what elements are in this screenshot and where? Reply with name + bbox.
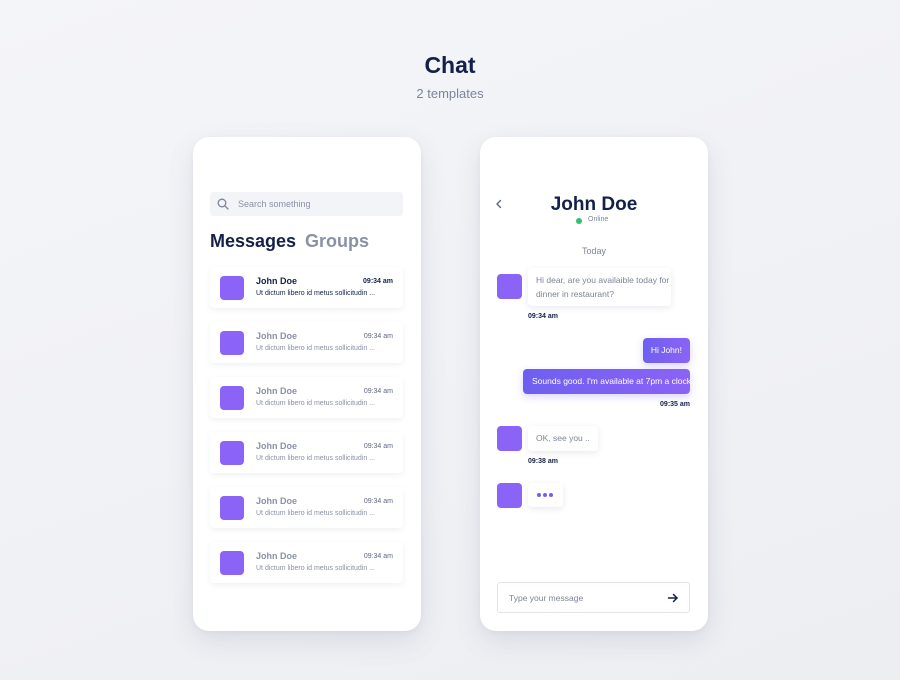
conversation-time: 09:34 am — [363, 443, 393, 450]
avatar — [497, 274, 522, 299]
conversation-name: John Doe — [256, 441, 298, 451]
conversation-preview: Ut dictum libero id metus sollicitudin .… — [256, 455, 376, 462]
message-input[interactable] — [509, 583, 659, 612]
conversation-name: John Doe — [256, 386, 298, 396]
conversation-time: 09:34 am — [363, 333, 393, 340]
conversation-time: 09:34 am — [363, 498, 393, 505]
avatar — [497, 483, 522, 508]
page-title: Chat — [424, 52, 476, 78]
avatar — [497, 426, 522, 451]
typing-indicator — [528, 483, 563, 507]
online-dot-icon — [576, 218, 582, 224]
search-bar[interactable] — [210, 192, 403, 216]
avatar — [220, 386, 244, 410]
search-input[interactable] — [238, 192, 398, 216]
message-time: 09:34 am — [528, 313, 558, 320]
conversation-time: 09:34 am — [363, 278, 393, 285]
message-line: Hi dear, are you availaible today for — [536, 275, 670, 285]
message-time: 09:35 am — [660, 401, 690, 408]
avatar — [220, 331, 244, 355]
conversation-preview: Ut dictum libero id metus sollicitudin .… — [256, 510, 376, 517]
outgoing-message: Hi John! — [642, 338, 690, 363]
message-composer — [497, 582, 690, 613]
typing-dot — [549, 493, 553, 497]
conversation-preview: Ut dictum libero id metus sollicitudin .… — [256, 400, 376, 407]
tab-messages[interactable]: Messages — [210, 231, 296, 252]
contact-name: John Doe — [550, 194, 638, 215]
arrow-right-icon[interactable] — [667, 592, 679, 604]
conversation-preview: Ut dictum libero id metus sollicitudin .… — [256, 565, 376, 572]
incoming-message: Hi dear, are you availaible today for di… — [528, 268, 671, 306]
page-subtitle: 2 templates — [416, 86, 484, 101]
conversation-item[interactable]: John Doe 09:34 am Ut dictum libero id me… — [210, 377, 403, 418]
avatar — [220, 551, 244, 575]
avatar — [220, 276, 244, 300]
outgoing-message: Sounds good. I'm available at 7pm a cloc… — [523, 369, 691, 394]
day-divider: Today — [581, 246, 607, 256]
typing-dot — [543, 493, 547, 497]
conversation-item[interactable]: John Doe 09:34 am Ut dictum libero id me… — [210, 542, 403, 583]
conversation-item[interactable]: John Doe 09:34 am Ut dictum libero id me… — [210, 267, 403, 308]
avatar — [220, 441, 244, 465]
message-line: dinner in restaurant? — [536, 289, 614, 299]
conversation-item[interactable]: John Doe 09:34 am Ut dictum libero id me… — [210, 322, 403, 363]
conversation-name: John Doe — [256, 331, 298, 341]
typing-dot — [537, 493, 541, 497]
conversation-name: John Doe — [256, 496, 298, 506]
incoming-message: OK, see you .. — [528, 426, 598, 451]
conversation-preview: Ut dictum libero id metus sollicitudin .… — [256, 290, 376, 297]
chat-screen: John Doe Online Today Hi dear, are you a… — [480, 137, 708, 631]
conversation-name: John Doe — [256, 276, 298, 286]
search-icon — [217, 198, 229, 210]
conversation-item[interactable]: John Doe 09:34 am Ut dictum libero id me… — [210, 487, 403, 528]
conversation-time: 09:34 am — [363, 553, 393, 560]
message-time: 09:38 am — [528, 458, 558, 465]
conversation-name: John Doe — [256, 551, 298, 561]
tab-groups[interactable]: Groups — [305, 231, 369, 252]
conversation-preview: Ut dictum libero id metus sollicitudin .… — [256, 345, 376, 352]
status-label: Online — [588, 216, 609, 223]
conversation-time: 09:34 am — [363, 388, 393, 395]
messages-screen: Messages Groups John Doe 09:34 am Ut dic… — [193, 137, 421, 631]
avatar — [220, 496, 244, 520]
conversation-item[interactable]: John Doe 09:34 am Ut dictum libero id me… — [210, 432, 403, 473]
